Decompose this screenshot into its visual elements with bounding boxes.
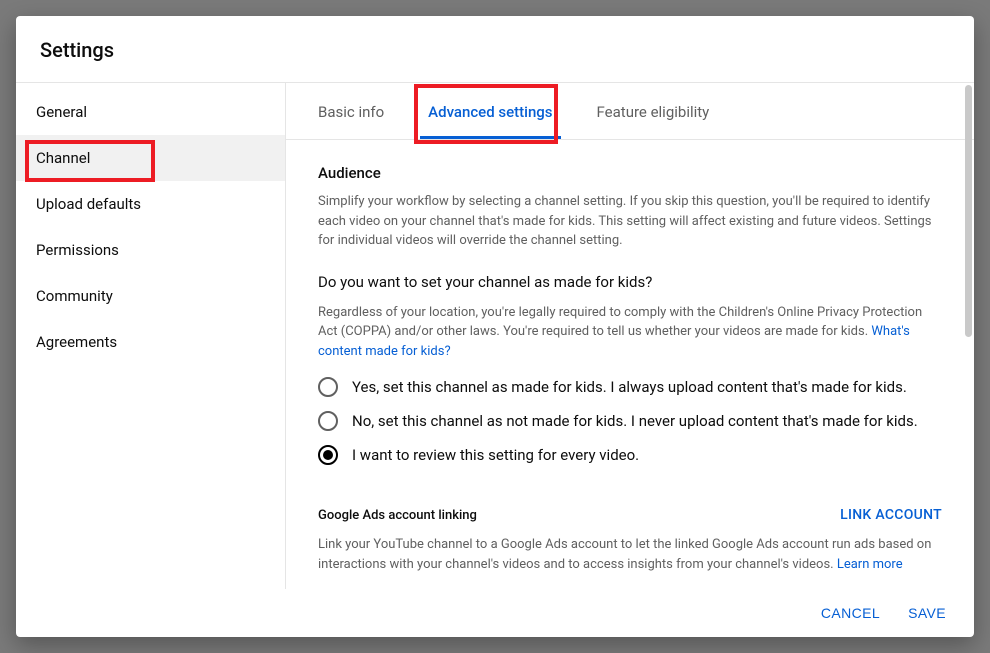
sidebar-item-channel[interactable]: Channel	[16, 135, 285, 181]
sidebar-item-label: Community	[36, 287, 113, 305]
sidebar-item-label: General	[36, 103, 87, 121]
radio-icon	[318, 411, 338, 431]
audience-description: Simplify your workflow by selecting a ch…	[318, 192, 942, 251]
sidebar-item-label: Upload defaults	[36, 195, 141, 213]
link-account-button[interactable]: LINK ACCOUNT	[840, 507, 942, 523]
tab-advanced-settings[interactable]: Advanced settings	[406, 83, 574, 139]
radio-option-yes-for-kids[interactable]: Yes, set this channel as made for kids. …	[318, 377, 942, 397]
sidebar-item-community[interactable]: Community	[16, 273, 285, 319]
sidebar-item-label: Permissions	[36, 241, 119, 259]
main-panel: Basic info Advanced settings Feature eli…	[286, 83, 974, 589]
ads-linking-heading: Google Ads account linking	[318, 508, 477, 523]
content-area: Audience Simplify your workflow by selec…	[286, 140, 974, 589]
sidebar-item-agreements[interactable]: Agreements	[16, 319, 285, 365]
scrollbar[interactable]	[965, 85, 972, 337]
radio-option-not-for-kids[interactable]: No, set this channel as not made for kid…	[318, 411, 942, 431]
sidebar-item-label: Channel	[36, 149, 90, 167]
cancel-button[interactable]: CANCEL	[821, 605, 880, 621]
dialog-body: General Channel Upload defaults Permissi…	[16, 82, 974, 589]
audience-question: Do you want to set your channel as made …	[318, 273, 942, 291]
ads-linking-description: Link your YouTube channel to a Google Ad…	[318, 535, 942, 574]
sidebar-item-upload-defaults[interactable]: Upload defaults	[16, 181, 285, 227]
audience-radio-group: Yes, set this channel as made for kids. …	[318, 377, 942, 465]
settings-dialog: Settings General Channel Upload defaults…	[16, 16, 974, 637]
audience-legal-note: Regardless of your location, you're lega…	[318, 303, 942, 362]
sidebar-item-label: Agreements	[36, 333, 117, 351]
save-button[interactable]: SAVE	[908, 605, 946, 621]
radio-option-review-each[interactable]: I want to review this setting for every …	[318, 445, 942, 465]
tab-label: Basic info	[318, 103, 384, 121]
tab-basic-info[interactable]: Basic info	[296, 83, 406, 139]
tab-label: Feature eligibility	[597, 103, 710, 121]
tabs: Basic info Advanced settings Feature eli…	[286, 83, 974, 140]
learn-more-link[interactable]: Learn more	[837, 557, 903, 572]
tab-feature-eligibility[interactable]: Feature eligibility	[575, 83, 732, 139]
radio-icon	[318, 377, 338, 397]
ads-linking-row: Google Ads account linking LINK ACCOUNT	[318, 507, 942, 523]
tab-label: Advanced settings	[428, 103, 552, 121]
radio-label: Yes, set this channel as made for kids. …	[352, 378, 907, 396]
radio-label: I want to review this setting for every …	[352, 446, 639, 464]
sidebar-item-general[interactable]: General	[16, 89, 285, 135]
dialog-footer: CANCEL SAVE	[16, 589, 974, 637]
radio-icon	[318, 445, 338, 465]
dialog-header: Settings	[16, 16, 974, 82]
sidebar-item-permissions[interactable]: Permissions	[16, 227, 285, 273]
radio-label: No, set this channel as not made for kid…	[352, 412, 918, 430]
audience-heading: Audience	[318, 164, 942, 182]
dialog-title: Settings	[40, 38, 950, 62]
audience-legal-text: Regardless of your location, you're lega…	[318, 305, 922, 340]
settings-sidebar: General Channel Upload defaults Permissi…	[16, 83, 286, 589]
